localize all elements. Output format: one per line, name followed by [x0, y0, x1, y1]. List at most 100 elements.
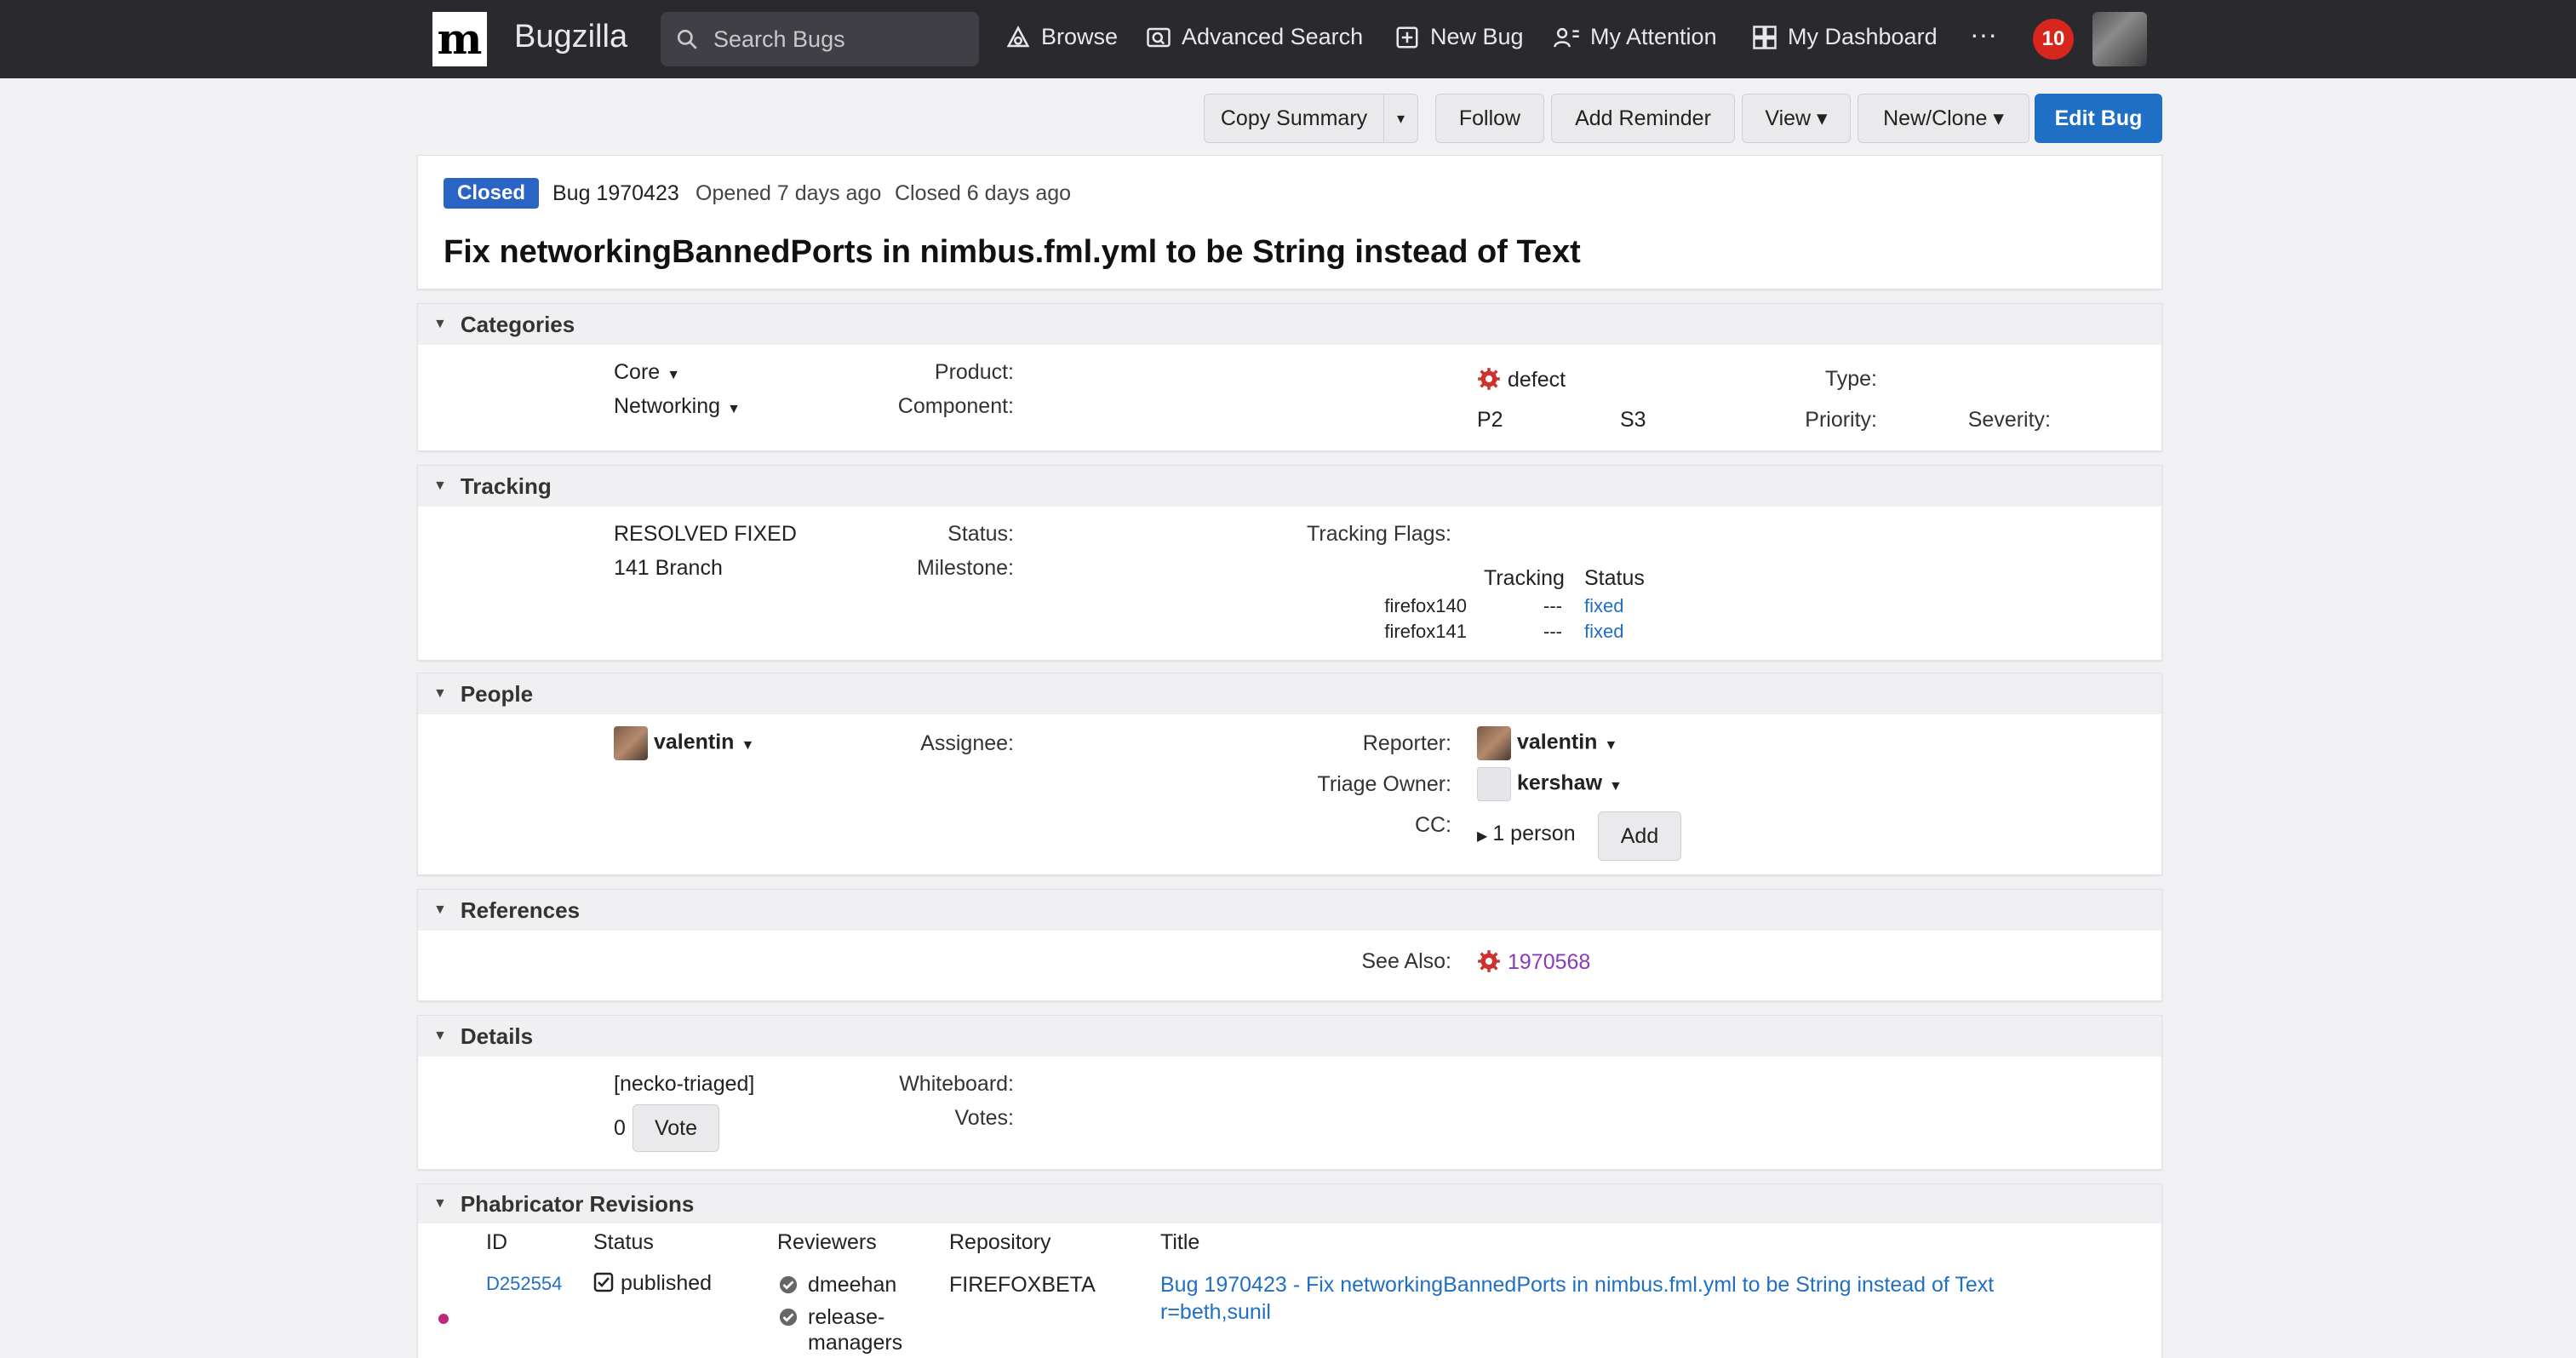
notification-badge[interactable]: 10 [2033, 19, 2074, 60]
reviewer-1: dmeehan [779, 1273, 896, 1298]
cc-expander[interactable]: ▶ 1 person [1477, 822, 1576, 846]
browse-icon [1006, 25, 1030, 47]
assignee-value[interactable]: valentin ▼ [614, 726, 754, 760]
copy-summary-button[interactable]: Copy Summary [1204, 94, 1384, 143]
component-label: Component: [897, 394, 1014, 418]
tracking-col-header: Tracking [1484, 566, 1565, 590]
categories-header[interactable]: ▼ Categories [418, 304, 2161, 345]
search-input[interactable]: Search Bugs [661, 12, 979, 66]
triage-owner-label: Triage Owner: [1317, 772, 1451, 796]
categories-panel: ▼ Categories Product: Core ▼ Component: Ne… [417, 303, 2162, 451]
collapse-triangle-icon: ▼ [433, 686, 447, 701]
references-header[interactable]: ▼ References [418, 890, 2161, 931]
dropdown-caret-icon: ▼ [1604, 737, 1618, 753]
new-bug-icon [1396, 26, 1418, 48]
product-value[interactable]: Core ▼ [614, 360, 680, 385]
dropdown-caret-icon: ▼ [1609, 778, 1623, 794]
status-badge: Closed [444, 178, 540, 209]
bug-summary-panel: Closed Bug 1970423 Opened 7 days ago Clo… [417, 155, 2162, 289]
copy-summary-menu-button[interactable]: ▾ [1384, 94, 1418, 143]
priority-label: Priority: [1805, 408, 1877, 432]
status-label: Status: [947, 522, 1014, 546]
avatar [1477, 726, 1511, 760]
product-label: Product: [934, 360, 1014, 384]
tracking-panel: ▼ Tracking Status: RESOLVED FIXED Milesto… [417, 465, 2162, 661]
col-repository: Repository [949, 1230, 1051, 1254]
reporter-label: Reporter: [1362, 731, 1451, 755]
whiteboard-label: Whiteboard: [899, 1072, 1014, 1096]
dropdown-caret-icon: ▼ [667, 368, 681, 382]
references-panel: ▼ References See Also: 1970568 [417, 889, 2162, 1001]
whiteboard-value: [necko-triaged] [614, 1072, 755, 1096]
status-col-header: Status [1584, 566, 1645, 590]
defect-icon [1478, 368, 1500, 390]
status-value: RESOLVED FIXED [614, 522, 797, 546]
toolbar-edit: Edit Bug [2035, 94, 2162, 143]
dashboard-icon [1753, 25, 1777, 49]
cc-label: CC: [1414, 813, 1451, 837]
add-reminder-button[interactable]: Add Reminder [1551, 94, 1735, 143]
assignee-label: Assignee: [920, 731, 1014, 755]
collapse-triangle-icon: ▼ [433, 478, 447, 493]
nav-browse[interactable]: Browse [1005, 24, 1118, 50]
priority-value: P2 [1477, 408, 1503, 432]
brand-name[interactable]: Bugzilla [514, 19, 627, 55]
nav-my-attention[interactable]: My Attention [1553, 24, 1717, 50]
collapse-triangle-icon: ▼ [433, 1196, 447, 1211]
reporter-value[interactable]: valentin ▼ [1477, 726, 1617, 760]
col-id: ID [486, 1230, 507, 1254]
votes-count: 0 [614, 1116, 626, 1140]
milestone-label: Milestone: [917, 556, 1014, 580]
bug-id: Bug 1970423 [552, 181, 679, 205]
revision-title-reviewers[interactable]: r=beth,sunil [1160, 1300, 1271, 1325]
vote-button[interactable]: Vote [633, 1104, 719, 1152]
toolbar-view: View ▾ [1742, 94, 1851, 143]
my-attention-icon [1554, 27, 1579, 47]
flag-status-link[interactable]: fixed [1584, 595, 1623, 617]
nav-my-dashboard[interactable]: My Dashboard [1752, 24, 1938, 50]
revision-id-link[interactable]: D252554 [486, 1273, 562, 1295]
toolbar-follow: Follow [1435, 94, 1544, 143]
expand-triangle-icon: ▶ [1477, 829, 1488, 844]
see-also-value: 1970568 [1477, 949, 1590, 975]
closed-time: Closed 6 days ago [895, 181, 1072, 205]
cc-add-button[interactable]: Add [1598, 811, 1681, 861]
checkbox-check-icon [593, 1272, 614, 1292]
view-menu-button[interactable]: View ▾ [1742, 94, 1851, 143]
collapse-triangle-icon: ▼ [433, 902, 447, 917]
phabricator-panel: ▼ Phabricator Revisions ID Status Reviewe… [417, 1183, 2162, 1358]
reviewer-2: release- [779, 1305, 884, 1330]
milestone-value: 141 Branch [614, 556, 723, 580]
component-value[interactable]: Networking ▼ [614, 394, 741, 419]
edit-bug-button[interactable]: Edit Bug [2035, 94, 2162, 143]
collapse-triangle-icon: ▼ [433, 1029, 447, 1043]
details-header[interactable]: ▼ Details [418, 1016, 2161, 1057]
dropdown-caret-icon: ▼ [741, 737, 755, 753]
people-header[interactable]: ▼ People [418, 673, 2161, 714]
avatar [614, 726, 648, 760]
more-menu-button[interactable]: ··· [1970, 19, 1997, 50]
triage-owner-value[interactable]: kershaw ▼ [1477, 767, 1623, 801]
revision-repository: FIREFOXBETA [949, 1273, 1096, 1297]
type-label: Type: [1824, 367, 1877, 391]
type-value: defect [1477, 367, 1566, 393]
see-also-label: See Also: [1361, 949, 1451, 973]
see-also-link[interactable]: 1970568 [1508, 950, 1590, 974]
nav-advanced-search[interactable]: Advanced Search [1146, 24, 1363, 50]
flag-status-link[interactable]: fixed [1584, 621, 1623, 643]
phabricator-header[interactable]: ▼ Phabricator Revisions [418, 1184, 2161, 1223]
flag-tracking: --- [1543, 595, 1562, 616]
reviewer-2-cont: managers [808, 1331, 903, 1355]
collapse-triangle-icon: ▼ [433, 317, 447, 331]
search-icon [677, 29, 697, 49]
flag-name: firefox140 [1384, 595, 1467, 616]
reviewer-approved-icon [779, 1275, 798, 1294]
tracking-header[interactable]: ▼ Tracking [418, 466, 2161, 507]
revision-title-link[interactable]: Bug 1970423 - Fix networkingBannedPorts … [1160, 1273, 1994, 1298]
user-avatar[interactable] [2092, 12, 2147, 66]
new-clone-menu-button[interactable]: New/Clone ▾ [1858, 94, 2029, 143]
follow-button[interactable]: Follow [1435, 94, 1544, 143]
nav-new-bug[interactable]: New Bug [1394, 24, 1524, 50]
details-panel: ▼ Details Whiteboard: [necko-triaged] Vot… [417, 1015, 2162, 1170]
mozilla-logo[interactable]: m [432, 12, 487, 66]
